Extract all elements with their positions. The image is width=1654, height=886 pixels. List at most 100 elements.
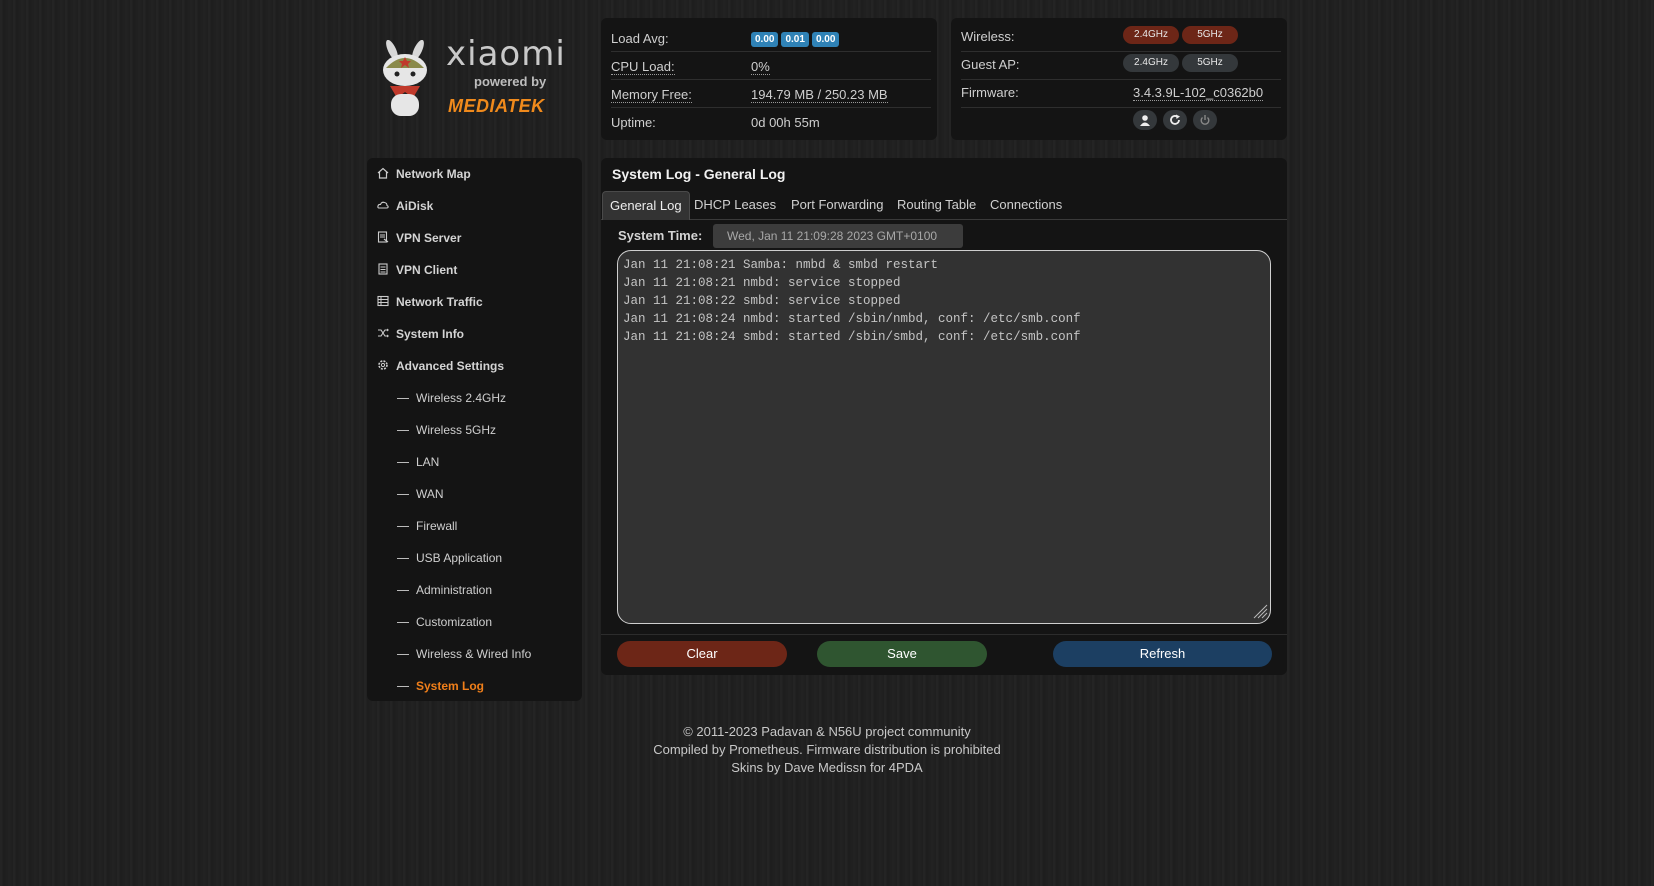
memory-free-label[interactable]: Memory Free: [611,87,692,103]
system-log-textarea[interactable]: Jan 11 21:08:21 Samba: nmbd & smbd resta… [617,250,1271,624]
sidebar-subitem-label: LAN [416,455,440,469]
system-time-field: Wed, Jan 11 21:09:28 2023 GMT+0100 [713,224,963,248]
wireless-24ghz-button[interactable]: 2.4GHz [1123,26,1179,44]
dash-marker [397,430,409,432]
cloud-icon [377,201,389,209]
sidebar-subitem-label: USB Application [416,551,503,565]
tab-dhcp-leases[interactable]: DHCP Leases [687,191,783,219]
uptime-label: Uptime: [611,115,656,130]
sidebar-subitem-wireless-24ghz[interactable]: Wireless 2.4GHz [397,391,506,405]
button-bar-divider [601,634,1287,635]
tab-routing-table[interactable]: Routing Table [890,191,983,219]
cpu-load-value[interactable]: 0% [751,59,770,75]
copyright-text: © 2011-2023 Padavan & N56U project commu… [683,724,971,739]
tab-general-log[interactable]: General Log [602,191,690,220]
sidebar-item-label: Advanced Settings [396,359,505,373]
sidebar-subitem-administration[interactable]: Administration [397,583,492,597]
wireless-row: Wireless: 2.4GHz 5GHz [961,24,1281,52]
sidebar-item-label: AiDisk [396,199,434,213]
dash-marker [397,654,409,656]
load-avg-1min-badge: 0.00 [751,32,779,47]
action-icons-row [961,108,1281,135]
traffic-icon [377,295,389,307]
sidebar-subitem-label: Wireless 5GHz [416,423,497,437]
mediatek-brand-text: MEDIATEK [448,96,545,116]
sidebar-subitem-label: Customization [416,615,493,629]
guest-ap-label: Guest AP: [961,57,1020,72]
sidebar-subitem-wireless-wired-info[interactable]: Wireless & Wired Info [397,647,531,661]
save-button[interactable]: Save [817,641,987,667]
firmware-label: Firmware: [961,85,1019,100]
uptime-row: Uptime: 0d 00h 55m [611,108,931,135]
sidebar-subitem-wireless-5ghz[interactable]: Wireless 5GHz [397,423,496,437]
xiaomi-brand-text: xiaomi [446,34,566,74]
vpn-client-icon [378,263,388,275]
page-footer: © 2011-2023 Padavan & N56U project commu… [600,723,1054,777]
refresh-button[interactable]: Refresh [1053,641,1272,667]
shuffle-icon [378,328,389,338]
tab-connections[interactable]: Connections [983,191,1069,219]
main-content: System Log - General Log General Log DHC… [601,158,1287,675]
load-avg-label: Load Avg: [611,31,669,46]
sidebar-subitem-customization[interactable]: Customization [397,615,492,629]
dash-marker [397,590,409,592]
cpu-load-label[interactable]: CPU Load: [611,59,675,75]
sidebar-subitem-label: WAN [416,487,444,501]
user-icon [1140,115,1150,126]
page-title: System Log - General Log [612,166,786,182]
firmware-version-link[interactable]: 3.4.3.9L-102_c0362b0 [1133,85,1264,101]
firmware-row: Firmware: 3.4.3.9L-102_c0362b0 [961,80,1281,108]
shutdown-button[interactable] [1193,110,1217,130]
sidebar-item-label: Network Map [396,167,471,181]
sidebar-subitem-wan[interactable]: WAN [397,487,444,501]
dash-marker [397,526,409,528]
home-icon [377,167,389,179]
tab-bar: General Log DHCP Leases Port Forwarding … [601,191,1287,220]
load-avg-row: Load Avg: 0.00 0.01 0.00 [611,24,931,52]
sidebar-subitem-label: Administration [416,583,493,597]
memory-free-row: Memory Free: 194.79 MB / 250.23 MB [611,80,931,108]
sidebar-item-label: System Info [396,327,465,341]
sidebar-subitem-lan[interactable]: LAN [397,455,439,469]
guest-5ghz-button[interactable]: 5GHz [1182,54,1238,72]
power-icon [1200,115,1210,125]
sidebar-subitem-system-log[interactable]: System Log [397,679,484,693]
dash-marker [397,462,409,464]
uptime-value: 0d 00h 55m [751,115,820,130]
load-avg-5min-badge: 0.01 [781,32,809,47]
reboot-button[interactable] [1163,110,1187,130]
wireless-5ghz-button[interactable]: 5GHz [1182,26,1238,44]
dash-marker [397,398,409,400]
dash-marker [397,558,409,560]
skins-credit-text: Skins by Dave Medissn for 4PDA [731,760,923,775]
system-time-label: System Time: [618,228,703,243]
router-logo: xiaomi powered by MEDIATEK [378,32,578,122]
sidebar-subitem-label: Wireless 2.4GHz [416,391,507,405]
powered-by-text: powered by [474,74,547,89]
memory-free-value[interactable]: 194.79 MB / 250.23 MB [751,87,888,103]
load-avg-values: 0.00 0.01 0.00 [751,30,842,47]
guest-24ghz-button[interactable]: 2.4GHz [1123,54,1179,72]
load-avg-15min-badge: 0.00 [811,32,840,47]
dash-marker [397,622,409,624]
refresh-icon [1170,114,1180,125]
sidebar-subitem-usb-application[interactable]: USB Application [397,551,502,565]
sidebar-subitem-label: Firewall [416,519,458,533]
sidebar-subitem-label: System Log [416,679,485,693]
sidebar-item-label: VPN Client [396,263,458,277]
sidebar-item-label: VPN Server [396,231,462,245]
wireless-label: Wireless: [961,29,1015,44]
resize-grip-icon[interactable] [1252,603,1268,619]
guest-ap-row: Guest AP: 2.4GHz 5GHz [961,52,1281,80]
system-status-panel: Load Avg: 0.00 0.01 0.00 CPU Load: 0% Memo… [601,18,937,140]
compiled-by-text: Compiled by Prometheus. Firmware distrib… [653,742,1001,757]
sidebar-subitem-firewall[interactable]: Firewall [397,519,457,533]
wireless-status-panel: Wireless: 2.4GHz 5GHz Guest AP: 2.4GHz 5… [951,18,1287,140]
mi-bunny-mascot-icon [383,40,427,116]
clear-button[interactable]: Clear [617,641,787,667]
sidebar-item-label: Network Traffic [396,295,483,309]
user-logout-button[interactable] [1133,110,1157,130]
tab-port-forwarding[interactable]: Port Forwarding [784,191,890,219]
gear-icon [378,360,388,370]
dash-marker [397,686,409,688]
